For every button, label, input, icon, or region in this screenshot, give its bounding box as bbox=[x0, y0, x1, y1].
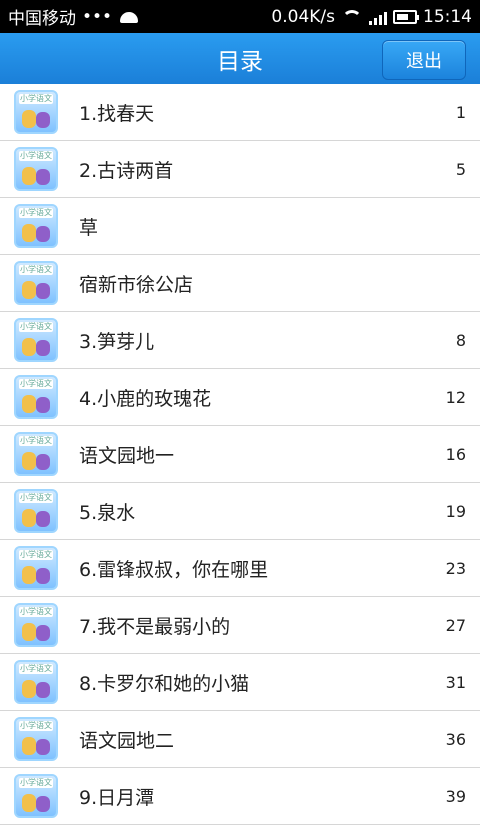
cover-text: 小学语文 bbox=[19, 493, 53, 503]
toc-row[interactable]: 小学语文 2.古诗两首 5 bbox=[0, 141, 480, 198]
status-right: 0.04K/s 15:14 bbox=[271, 7, 472, 27]
notification-dots: ••• bbox=[82, 6, 113, 27]
cover-text: 小学语文 bbox=[19, 322, 53, 332]
book-cover-icon: 小学语文 bbox=[14, 660, 58, 704]
toc-title: 7.我不是最弱小的 bbox=[79, 615, 231, 638]
cover-text: 小学语文 bbox=[19, 94, 53, 104]
toc-row[interactable]: 小学语文 语文园地二 36 bbox=[0, 711, 480, 768]
toc-title: 语文园地二 bbox=[79, 729, 175, 752]
cover-text: 小学语文 bbox=[19, 550, 53, 560]
book-cover-icon: 小学语文 bbox=[14, 261, 58, 305]
book-cover-icon: 小学语文 bbox=[14, 717, 58, 761]
toc-page: 1 bbox=[455, 102, 466, 122]
toc-page: 16 bbox=[445, 444, 466, 464]
toc-page: 31 bbox=[445, 672, 466, 692]
book-cover-icon: 小学语文 bbox=[14, 375, 58, 419]
toc-title: 6.雷锋叔叔，你在哪里 bbox=[79, 558, 269, 581]
toc-title: 8.卡罗尔和她的小猫 bbox=[79, 672, 250, 695]
book-cover-icon: 小学语文 bbox=[14, 774, 58, 818]
app-header: 目录 退出 bbox=[0, 33, 480, 84]
toc-row[interactable]: 小学语文 4.小鹿的玫瑰花 12 bbox=[0, 369, 480, 426]
toc-title: 2.古诗两首 bbox=[79, 159, 174, 182]
toc-title: 宿新市徐公店 bbox=[79, 273, 194, 296]
toc-row[interactable]: 小学语文 6.雷锋叔叔，你在哪里 23 bbox=[0, 540, 480, 597]
toc-page: 39 bbox=[445, 786, 466, 806]
toc-row[interactable]: 小学语文 9.日月潭 39 bbox=[0, 768, 480, 825]
cover-text: 小学语文 bbox=[19, 265, 53, 275]
toc-title: 5.泉水 bbox=[79, 501, 136, 524]
book-cover-icon: 小学语文 bbox=[14, 432, 58, 476]
toc-row[interactable]: 小学语文 3.笋芽儿 8 bbox=[0, 312, 480, 369]
cover-text: 小学语文 bbox=[19, 721, 53, 731]
cover-text: 小学语文 bbox=[19, 151, 53, 161]
net-speed: 0.04K/s bbox=[271, 6, 335, 27]
status-bar: 中国移动 ••• 0.04K/s 15:14 bbox=[0, 0, 480, 33]
book-cover-icon: 小学语文 bbox=[14, 147, 58, 191]
signal-icon bbox=[369, 9, 387, 25]
toc-list: 小学语文 1.找春天 1 小学语文 2.古诗两首 5 小学语文 草 小学语文 宿… bbox=[0, 84, 480, 825]
toc-row[interactable]: 小学语文 7.我不是最弱小的 27 bbox=[0, 597, 480, 654]
toc-page: 8 bbox=[455, 330, 466, 350]
toc-page: 19 bbox=[445, 501, 466, 521]
toc-page: 27 bbox=[445, 615, 466, 635]
cover-text: 小学语文 bbox=[19, 436, 53, 446]
toc-row[interactable]: 小学语文 8.卡罗尔和她的小猫 31 bbox=[0, 654, 480, 711]
toc-title: 草 bbox=[79, 216, 99, 239]
toc-row[interactable]: 小学语文 1.找春天 1 bbox=[0, 84, 480, 141]
android-icon bbox=[118, 10, 140, 24]
carrier-label: 中国移动 bbox=[8, 9, 76, 29]
status-left: 中国移动 ••• bbox=[8, 4, 140, 29]
toc-title: 3.笋芽儿 bbox=[79, 330, 155, 353]
book-cover-icon: 小学语文 bbox=[14, 318, 58, 362]
cover-text: 小学语文 bbox=[19, 664, 53, 674]
clock: 15:14 bbox=[423, 6, 472, 27]
cover-text: 小学语文 bbox=[19, 607, 53, 617]
toc-title: 4.小鹿的玫瑰花 bbox=[79, 387, 212, 410]
toc-title: 语文园地一 bbox=[79, 444, 175, 467]
toc-page: 12 bbox=[445, 387, 466, 407]
toc-page: 5 bbox=[455, 159, 466, 179]
toc-title: 9.日月潭 bbox=[79, 786, 155, 809]
exit-button[interactable]: 退出 bbox=[382, 40, 466, 80]
toc-row[interactable]: 小学语文 草 bbox=[0, 198, 480, 255]
book-cover-icon: 小学语文 bbox=[14, 546, 58, 590]
toc-row[interactable]: 小学语文 语文园地一 16 bbox=[0, 426, 480, 483]
toc-row[interactable]: 小学语文 5.泉水 19 bbox=[0, 483, 480, 540]
wifi-icon bbox=[341, 9, 363, 25]
toc-page: 36 bbox=[445, 729, 466, 749]
book-cover-icon: 小学语文 bbox=[14, 204, 58, 248]
battery-icon bbox=[393, 9, 419, 24]
toc-title: 1.找春天 bbox=[79, 102, 155, 125]
book-cover-icon: 小学语文 bbox=[14, 489, 58, 533]
page-title: 目录 bbox=[217, 48, 263, 75]
book-cover-icon: 小学语文 bbox=[14, 603, 58, 647]
toc-row[interactable]: 小学语文 宿新市徐公店 bbox=[0, 255, 480, 312]
toc-page: 23 bbox=[445, 558, 466, 578]
book-cover-icon: 小学语文 bbox=[14, 90, 58, 134]
cover-text: 小学语文 bbox=[19, 778, 53, 788]
cover-text: 小学语文 bbox=[19, 379, 53, 389]
cover-text: 小学语文 bbox=[19, 208, 53, 218]
